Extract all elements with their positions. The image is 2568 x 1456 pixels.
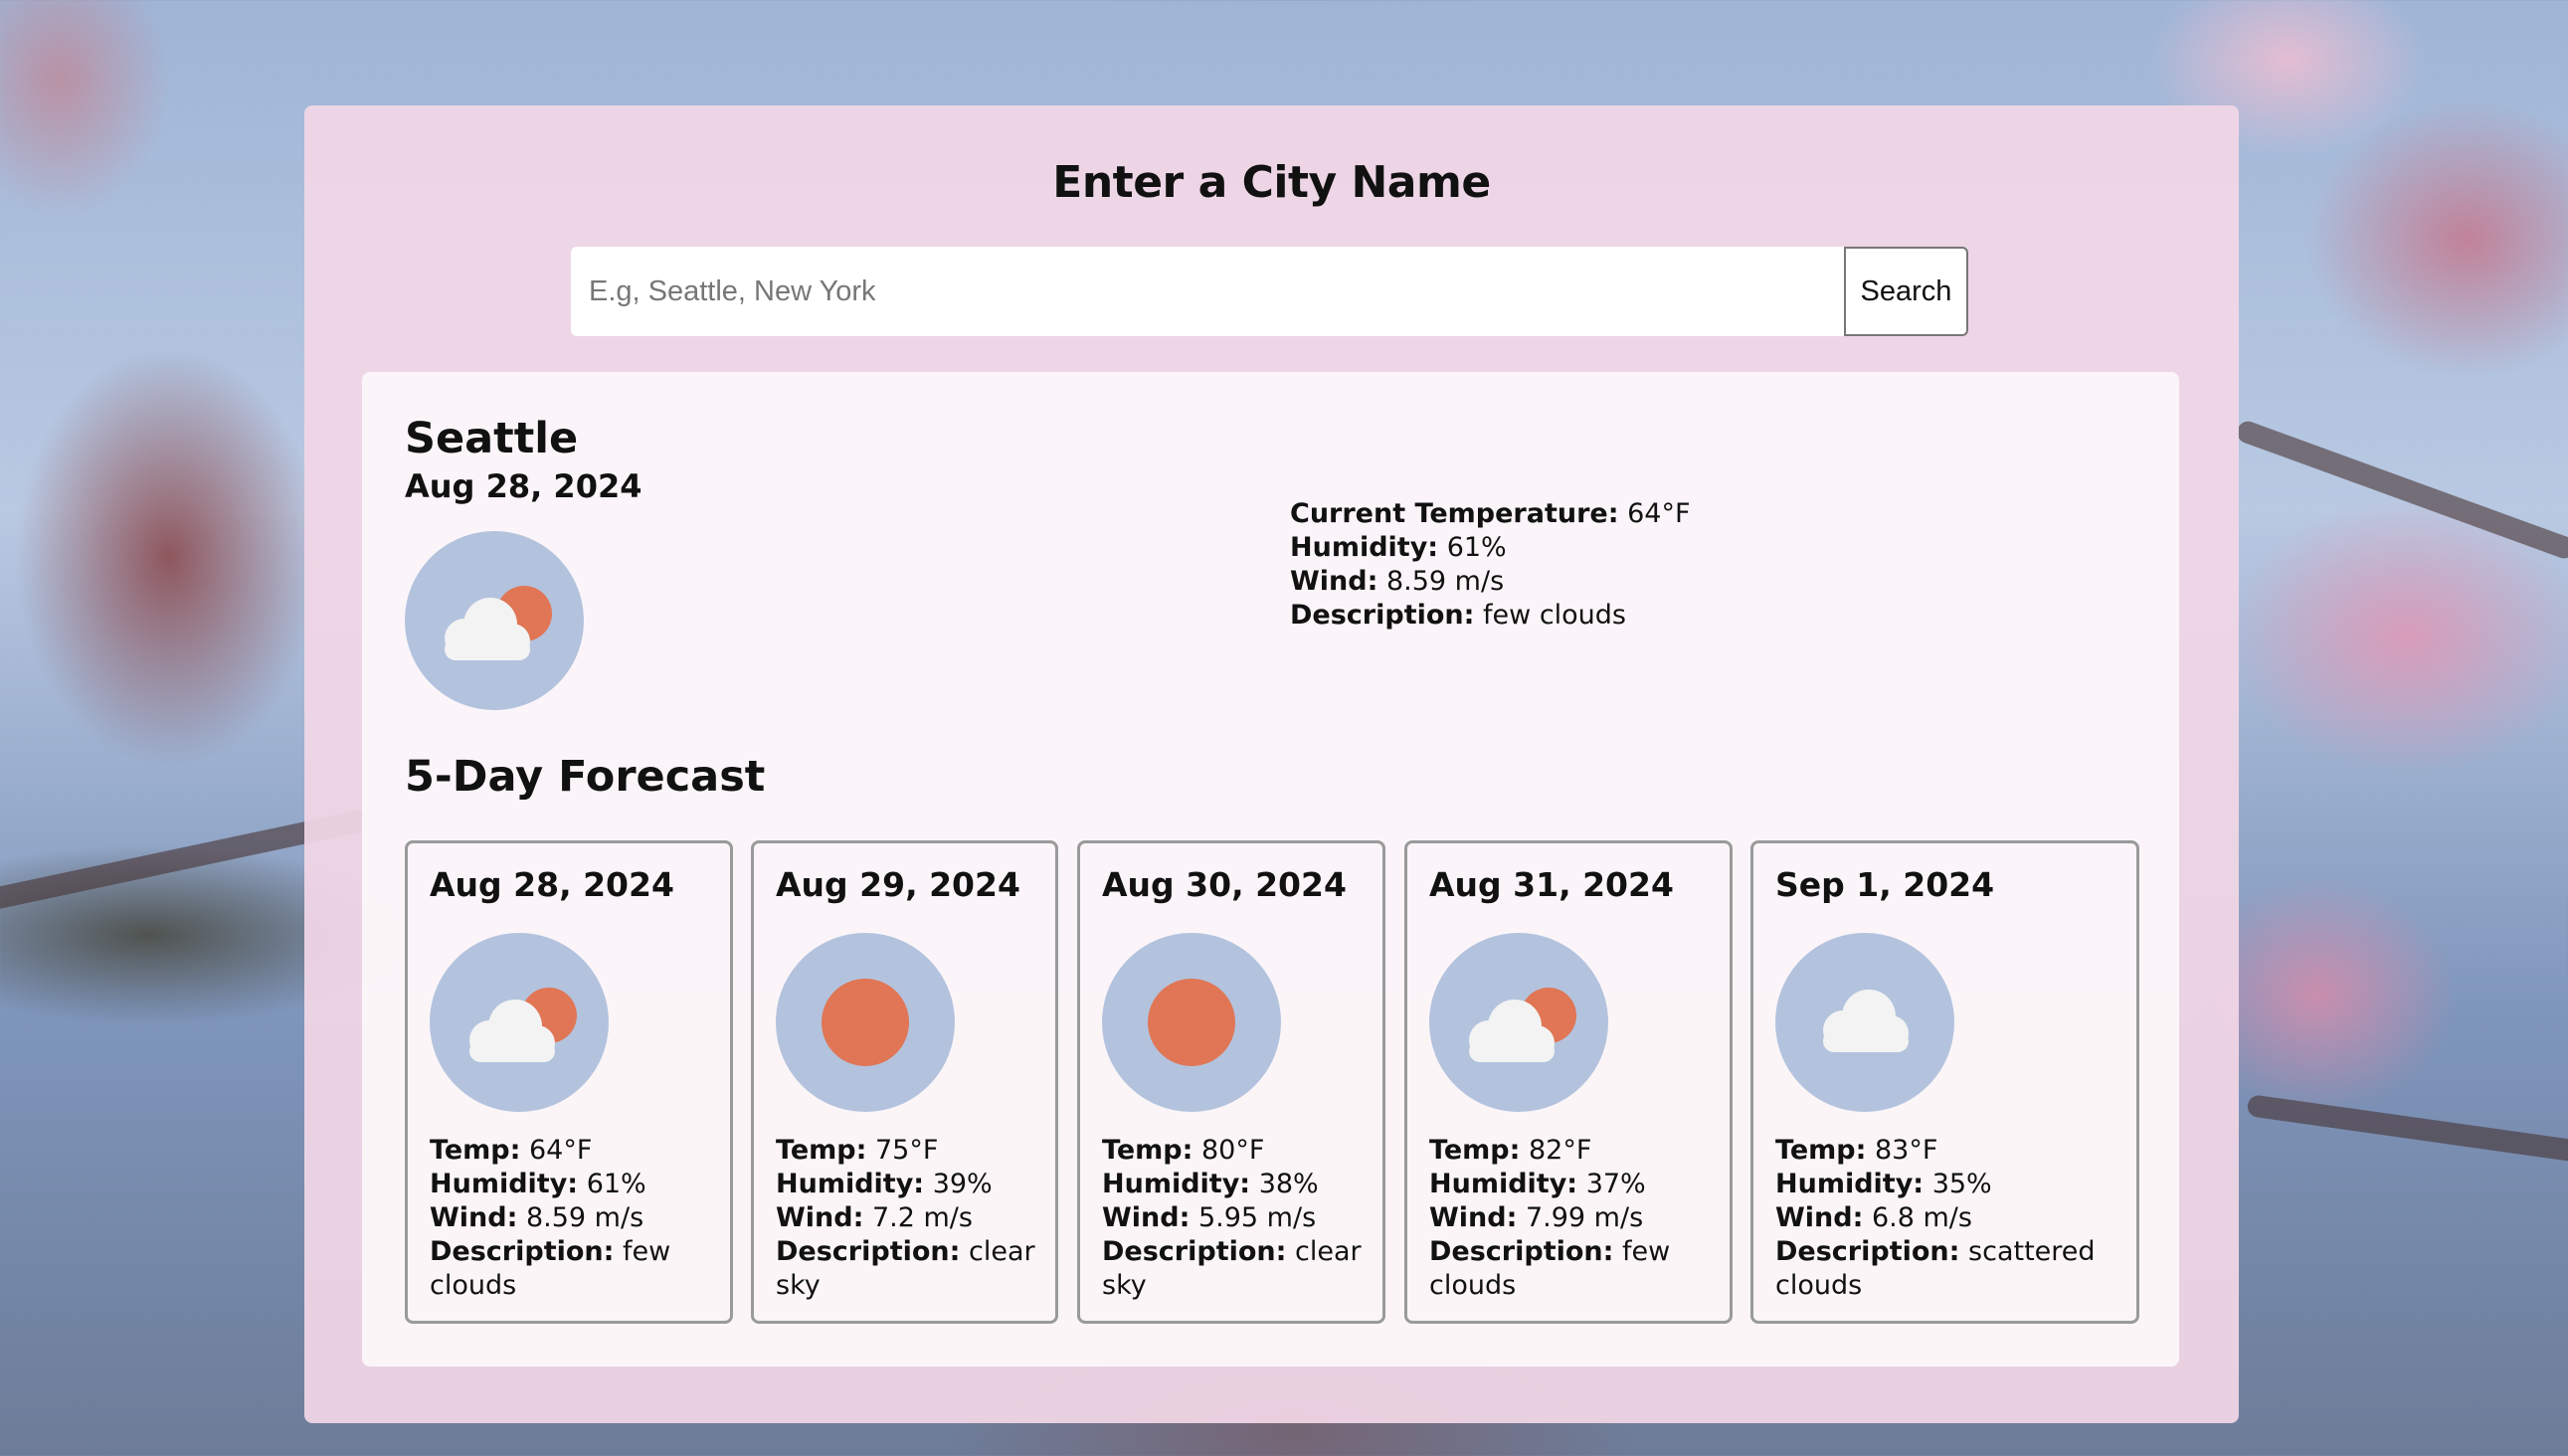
search-button[interactable]: Search [1844, 247, 1968, 336]
scattered-clouds-icon [1775, 933, 1954, 1112]
weather-card: Seattle Aug 28, 2024 Current Temperature… [362, 372, 2179, 1366]
forecast-day-card: Aug 28, 2024 Temp: 64°F Humidity: 61% Wi… [405, 840, 733, 1324]
forecast-day-card: Aug 30, 2024 Temp: 80°F Humidity: 38% Wi… [1077, 840, 1385, 1324]
forecast-date: Aug 30, 2024 [1102, 865, 1347, 904]
forecast-date: Aug 28, 2024 [430, 865, 674, 904]
forecast-date: Aug 31, 2024 [1429, 865, 1674, 904]
search-input[interactable] [571, 247, 1844, 336]
page-title: Enter a City Name [1052, 157, 1491, 208]
forecast-details: Temp: 75°F Humidity: 39% Wind: 7.2 m/s D… [776, 1135, 1035, 1301]
few-clouds-icon [1429, 933, 1608, 1112]
current-description: Description: few clouds [1290, 600, 1626, 631]
forecast-details: Temp: 83°F Humidity: 35% Wind: 6.8 m/s D… [1775, 1135, 2096, 1301]
forecast-day-card: Aug 29, 2024 Temp: 75°F Humidity: 39% Wi… [751, 840, 1058, 1324]
current-details: Current Temperature: 64°F Humidity: 61% … [1290, 497, 1691, 633]
forecast-details: Temp: 80°F Humidity: 38% Wind: 5.95 m/s … [1102, 1135, 1362, 1301]
current-wind: Wind: 8.59 m/s [1290, 566, 1505, 597]
few-clouds-icon [430, 933, 609, 1112]
few-clouds-icon [405, 531, 584, 710]
forecast-details: Temp: 64°F Humidity: 61% Wind: 8.59 m/s … [430, 1135, 671, 1301]
forecast-date: Sep 1, 2024 [1775, 865, 1995, 904]
forecast-title: 5-Day Forecast [405, 752, 766, 802]
forecast-day-card: Aug 31, 2024 Temp: 82°F Humidity: 37% Wi… [1404, 840, 1733, 1324]
forecast-details: Temp: 82°F Humidity: 37% Wind: 7.99 m/s … [1429, 1135, 1671, 1301]
clear-sky-icon [1102, 933, 1281, 1112]
city-name: Seattle [405, 414, 579, 463]
forecast-day-card: Sep 1, 2024 Temp: 83°F Humidity: 35% Win… [1750, 840, 2139, 1324]
current-date: Aug 28, 2024 [405, 467, 642, 505]
clear-sky-icon [776, 933, 955, 1112]
branch-decoration [2246, 1094, 2568, 1164]
forecast-date: Aug 29, 2024 [776, 865, 1020, 904]
branch-decoration [2234, 418, 2568, 562]
current-temperature: Current Temperature: 64°F [1290, 498, 1691, 529]
current-humidity: Humidity: 61% [1290, 532, 1507, 563]
main-panel: Enter a City Name Search Seattle Aug 28,… [304, 105, 2239, 1423]
search-bar: Search [571, 247, 1968, 336]
